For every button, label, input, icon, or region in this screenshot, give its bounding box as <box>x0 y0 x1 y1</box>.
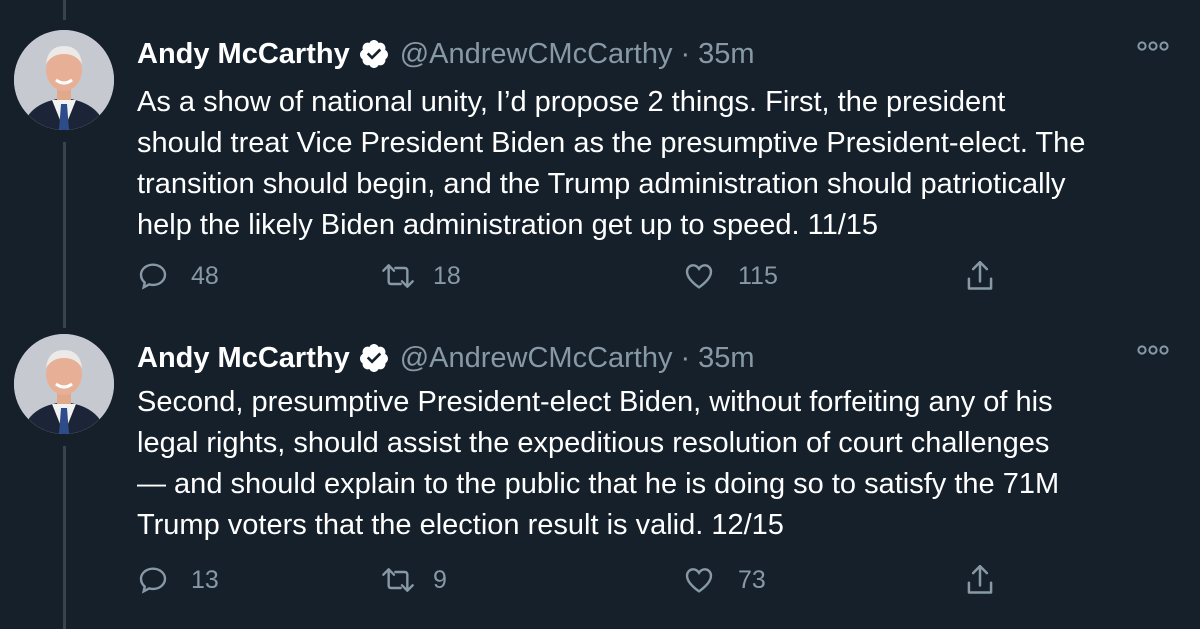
timestamp[interactable]: 35m <box>698 38 754 71</box>
author-handle[interactable]: @AndrewCMcCarthy <box>400 342 673 375</box>
author-name[interactable]: Andy McCarthy <box>137 342 350 375</box>
separator-dot: · <box>680 37 691 70</box>
tweet-header: Andy McCarthy @AndrewCMcCarthy · 35m <box>137 34 755 74</box>
retweet-icon <box>379 564 417 596</box>
avatar[interactable] <box>14 30 114 130</box>
reply-count: 48 <box>191 261 219 290</box>
share-icon <box>963 562 997 598</box>
share-button[interactable] <box>963 256 997 296</box>
like-icon <box>682 564 716 596</box>
tweet-text: As a show of national unity, I’d propose… <box>137 86 1086 241</box>
retweet-button[interactable]: 18 <box>379 256 461 296</box>
retweet-icon <box>379 260 417 292</box>
tweet[interactable]: Andy McCarthy @AndrewCMcCarthy · 35m As … <box>0 30 1200 320</box>
reply-button[interactable]: 13 <box>137 560 219 600</box>
tweet[interactable]: Andy McCarthy @AndrewCMcCarthy · 35m Sec… <box>0 334 1200 629</box>
author-handle[interactable]: @AndrewCMcCarthy <box>400 38 673 71</box>
like-button[interactable]: 73 <box>682 560 766 600</box>
retweet-count: 9 <box>433 565 447 594</box>
reply-icon <box>137 260 169 292</box>
like-button[interactable]: 115 <box>682 256 778 296</box>
tweet-actions: 13 9 73 <box>137 560 1137 600</box>
separator-dot: · <box>680 341 691 374</box>
more-options-icon[interactable] <box>1136 340 1170 360</box>
avatar[interactable] <box>14 334 114 434</box>
tweet-header: Andy McCarthy @AndrewCMcCarthy · 35m <box>137 338 755 378</box>
timestamp[interactable]: 35m <box>698 342 754 375</box>
retweet-button[interactable]: 9 <box>379 560 447 600</box>
verified-badge-icon <box>358 38 390 70</box>
share-button[interactable] <box>963 560 997 600</box>
tweet-actions: 48 18 115 <box>137 256 1137 296</box>
thread-line-top <box>63 0 66 20</box>
tweet-text: Second, presumptive President-elect Bide… <box>137 386 1060 541</box>
share-icon <box>963 258 997 294</box>
more-options-icon[interactable] <box>1136 36 1170 56</box>
author-name[interactable]: Andy McCarthy <box>137 38 350 71</box>
like-count: 73 <box>738 565 766 594</box>
verified-badge-icon <box>358 342 390 374</box>
retweet-count: 18 <box>433 261 461 290</box>
reply-icon <box>137 564 169 596</box>
reply-count: 13 <box>191 565 219 594</box>
reply-button[interactable]: 48 <box>137 256 219 296</box>
like-icon <box>682 260 716 292</box>
like-count: 115 <box>738 261 778 290</box>
